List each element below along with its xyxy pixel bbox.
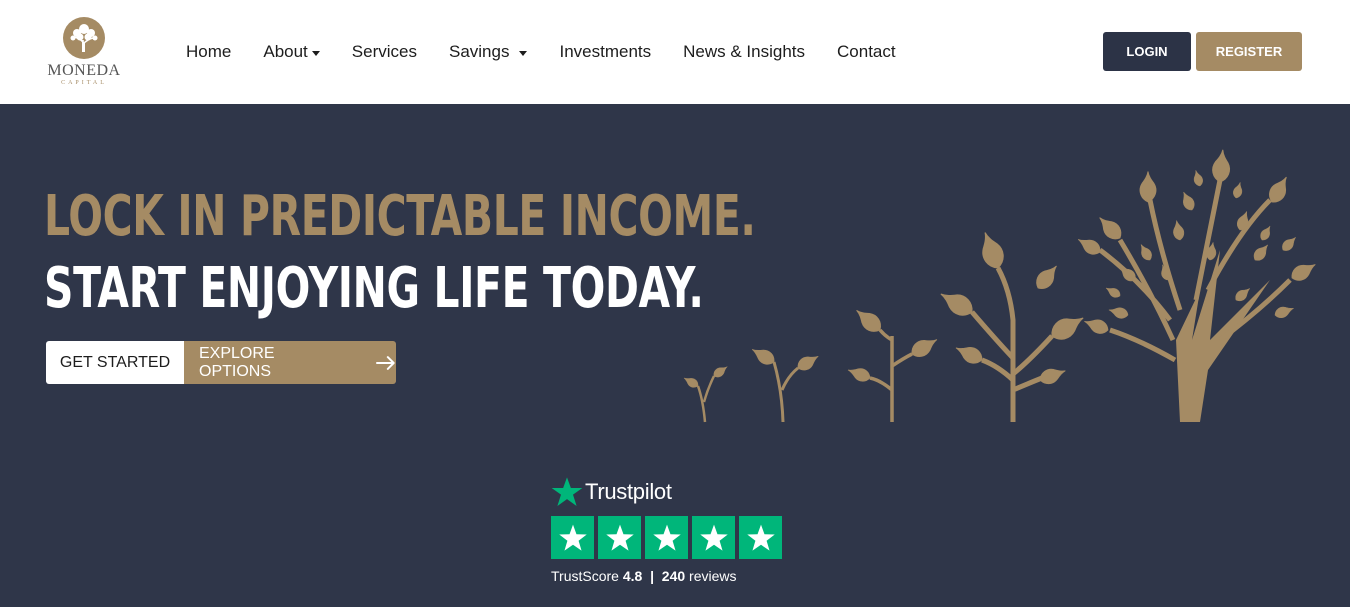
trustscore-value: 4.8 bbox=[622, 568, 643, 584]
arrow-right-icon bbox=[376, 355, 396, 370]
trustscore-label: TrustScore bbox=[551, 568, 619, 584]
star-icon bbox=[746, 524, 775, 551]
nav-label: News & Insights bbox=[683, 42, 806, 61]
star-icon bbox=[558, 524, 587, 551]
rating-star bbox=[645, 516, 688, 559]
nav-item-contact[interactable]: Contact bbox=[837, 42, 896, 62]
rating-star bbox=[551, 516, 594, 559]
nav-label: Investments bbox=[559, 42, 652, 61]
nav-item-news-insights[interactable]: News & Insights bbox=[683, 42, 805, 62]
star-icon bbox=[699, 524, 728, 551]
explore-options-label: EXPLORE OPTIONS bbox=[199, 344, 275, 380]
trustscore-separator: | bbox=[650, 568, 655, 584]
brand-name: MONEDA bbox=[47, 62, 121, 79]
explore-options-button[interactable]: EXPLORE OPTIONS bbox=[184, 341, 396, 384]
hero-cta-group: GET STARTED EXPLORE OPTIONS bbox=[46, 341, 396, 384]
nav-item-investments[interactable]: Investments bbox=[559, 42, 651, 62]
nav-label: About bbox=[263, 42, 308, 61]
caret-down-icon bbox=[311, 50, 320, 56]
hero-headline-primary: LOCK IN PREDICTABLE INCOME. bbox=[44, 184, 756, 249]
register-button[interactable]: REGISTER bbox=[1196, 32, 1302, 71]
nav-label: Services bbox=[351, 42, 417, 61]
site-header: MONEDA CAPITAL Home About Services Savin… bbox=[0, 0, 1350, 104]
growing-trees-icon bbox=[681, 148, 1320, 423]
trustpilot-logo[interactable]: Trustpilot bbox=[551, 476, 672, 508]
rating-star bbox=[598, 516, 641, 559]
nav-item-about[interactable]: About bbox=[263, 42, 320, 62]
star-icon bbox=[605, 524, 634, 551]
caret-down-icon bbox=[519, 50, 528, 56]
hero-headline-secondary: START ENJOYING LIFE TODAY. bbox=[44, 256, 704, 321]
get-started-button[interactable]: GET STARTED bbox=[46, 341, 184, 384]
star-icon bbox=[652, 524, 681, 551]
nav-label: Home bbox=[186, 42, 232, 61]
nav-label: Savings bbox=[448, 42, 510, 61]
rating-star bbox=[739, 516, 782, 559]
nav-item-savings[interactable]: Savings bbox=[448, 42, 528, 62]
nav-item-home[interactable]: Home bbox=[186, 42, 231, 62]
nav-item-services[interactable]: Services bbox=[352, 42, 417, 62]
reviews-count: 240 bbox=[661, 568, 686, 584]
nav-label: Contact bbox=[837, 42, 896, 61]
trustpilot-name: Trustpilot bbox=[585, 479, 672, 504]
tree-emblem-icon bbox=[63, 17, 105, 59]
main-nav: Home About Services Savings Investments … bbox=[186, 40, 928, 64]
rating-star bbox=[692, 516, 735, 559]
brand-subtitle: CAPITAL bbox=[61, 80, 107, 86]
trustpilot-star-icon bbox=[551, 477, 583, 506]
trustscore-summary[interactable]: TrustScore 4.8 | 240 reviews bbox=[551, 568, 737, 584]
brand-logo[interactable]: MONEDA CAPITAL bbox=[44, 16, 124, 90]
trustpilot-rating-stars bbox=[551, 516, 786, 559]
login-button[interactable]: LOGIN bbox=[1103, 32, 1191, 71]
reviews-label: reviews bbox=[689, 568, 737, 584]
